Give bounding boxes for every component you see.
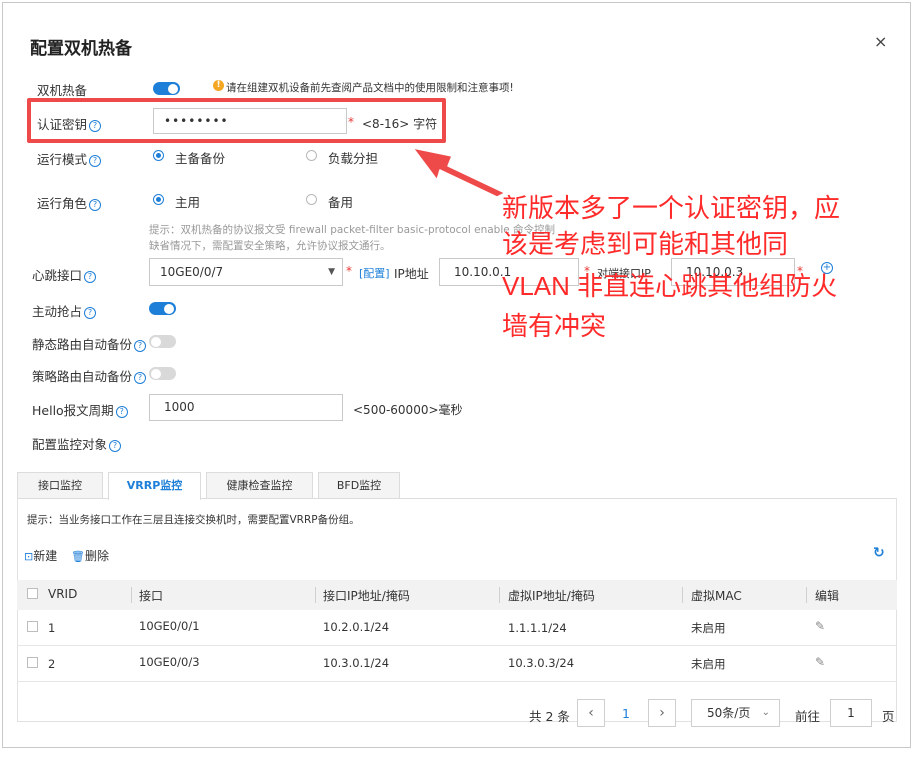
annotation-arrow	[412, 147, 506, 198]
annotation-line-3: VLAN 非直连心跳其他组防火	[502, 271, 838, 301]
annotation-line-1: 新版本多了一个认证密钥，应	[502, 193, 841, 223]
annotation-line-2: 该是考虑到可能和其他同	[502, 229, 789, 259]
annotation-line-4: 墙有冲突	[502, 311, 607, 341]
